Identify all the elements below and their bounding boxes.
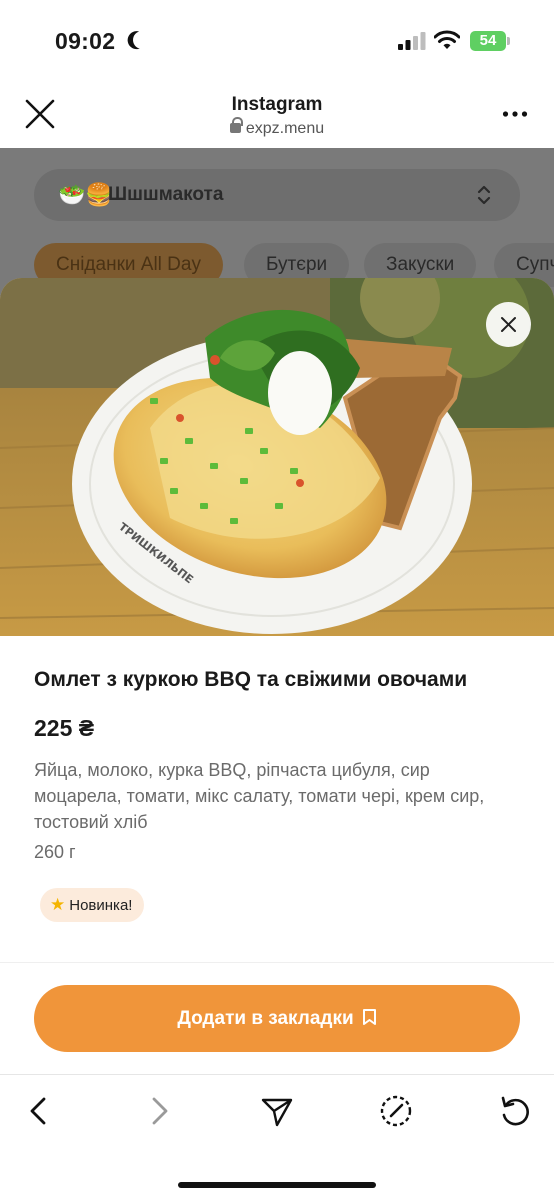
home-indicator <box>178 1182 376 1188</box>
share-send-icon[interactable] <box>259 1093 295 1129</box>
place-name: Шшшмакота <box>108 184 224 205</box>
background-menu-page: 🥗🍔 Шшшмакота Сніданки All Day Бутєри Зак… <box>0 148 554 298</box>
action-bar: Додати в закладки <box>0 962 554 1074</box>
close-dish-button[interactable] <box>486 302 531 347</box>
bookmark-icon <box>362 1008 376 1025</box>
back-arrow-icon[interactable] <box>22 1093 58 1129</box>
browser-header: Instagram expz.menu <box>0 84 554 148</box>
add-to-bookmarks-button[interactable]: Додати в закладки <box>34 985 520 1052</box>
status-time: 09:02 <box>55 28 116 54</box>
close-icon <box>501 317 516 332</box>
dish-weight: 260 г <box>34 842 76 862</box>
compass-icon[interactable] <box>378 1093 414 1129</box>
place-emoji-icon: 🥗🍔 <box>58 182 113 207</box>
wifi-icon <box>434 30 460 49</box>
battery-tip <box>507 37 510 45</box>
reload-icon[interactable] <box>497 1093 533 1129</box>
chevron-updown-icon <box>477 185 491 205</box>
browser-url[interactable]: expz.menu <box>0 117 554 138</box>
dish-detail-sheet: ТРИШКИЛЬПЕ Омлет з куркою BBQ та свіжими… <box>0 278 554 1078</box>
dish-description: Яйца, молоко, курка BBQ, ріпчаста цибуля… <box>34 760 485 832</box>
new-item-badge: ★ Новинка! <box>40 888 145 922</box>
dish-photo: ТРИШКИЛЬПЕ <box>0 278 554 636</box>
dish-price: 225 ₴ <box>34 715 95 741</box>
browser-toolbar <box>0 1074 554 1200</box>
browser-app-title: Instagram <box>231 94 323 115</box>
star-icon: ★ <box>50 895 66 914</box>
forward-arrow-icon[interactable] <box>140 1093 176 1129</box>
lock-icon <box>229 117 243 133</box>
url-text: expz.menu <box>245 120 325 137</box>
bookmark-button-label: Додати в закладки <box>177 1008 354 1029</box>
badge-label: Новинка! <box>69 897 133 914</box>
cellular-signal-icon <box>398 32 426 50</box>
more-options-icon[interactable] <box>502 110 528 118</box>
status-bar: 09:02 54 <box>0 0 554 84</box>
moon-icon <box>130 28 153 51</box>
battery-indicator: 54 <box>470 31 506 51</box>
dish-title: Омлет з куркою BBQ та свіжими овочами <box>34 668 468 691</box>
